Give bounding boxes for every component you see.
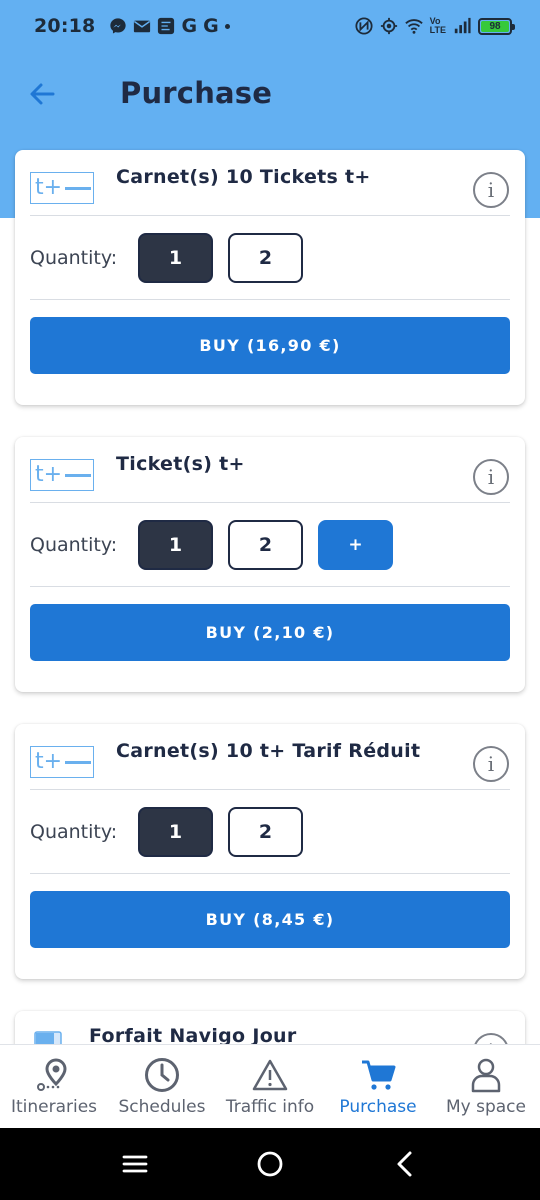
google-icon: G [203, 15, 219, 37]
quantity-row: Quantity: 1 2 + [30, 503, 510, 587]
quantity-option-2[interactable]: 2 [228, 519, 303, 570]
clock-icon [144, 1057, 180, 1093]
battery-level: 98 [489, 20, 501, 32]
quantity-row: Quantity: 1 2 [30, 216, 510, 300]
product-card-carnet-reduit: t+ Carnet(s) 10 t+ Tarif Réduit i Quanti… [15, 724, 525, 979]
volte-icon: Vo LTE [430, 17, 446, 35]
quantity-label: Quantity: [30, 820, 118, 843]
map-pin-icon [36, 1057, 72, 1093]
cart-icon [360, 1057, 396, 1093]
home-icon[interactable] [254, 1148, 286, 1180]
logo-text: t+ [35, 175, 63, 200]
quantity-option-1[interactable]: 1 [138, 806, 213, 857]
product-card-ticket: t+ Ticket(s) t+ i Quantity: 1 2 + BUY (2… [15, 437, 525, 692]
nav-item-purchase[interactable]: Purchase [324, 1045, 432, 1128]
quantity-option-1[interactable]: 1 [138, 519, 213, 570]
system-navigation-bar [0, 1128, 540, 1200]
nav-item-traffic-info[interactable]: Traffic info [216, 1045, 324, 1128]
warning-icon [252, 1057, 288, 1093]
battery-icon: 98 [478, 17, 515, 35]
product-card-carnet-10: t+ Carnet(s) 10 Tickets t+ i Quantity: 1… [15, 150, 525, 405]
product-title: Carnet(s) 10 Tickets t+ [116, 166, 371, 188]
logo-text: t+ [35, 462, 63, 487]
google-icon: G [181, 15, 198, 37]
nav-label: Traffic info [225, 1097, 315, 1117]
bottom-navigation: Itineraries Schedules Traffic info Purch… [0, 1044, 540, 1128]
notification-icons: G G [109, 15, 230, 37]
product-title: Ticket(s) t+ [116, 453, 245, 475]
navigo-pass-icon [34, 1031, 62, 1044]
card-header: t+ Carnet(s) 10 t+ Tarif Réduit i [30, 724, 510, 790]
more-notifications-dot [224, 23, 230, 29]
signal-icon [454, 17, 471, 34]
nav-label: Purchase [339, 1097, 417, 1117]
product-title: Forfait Navigo Jour [89, 1025, 297, 1044]
info-icon[interactable]: i [473, 172, 509, 208]
nav-label: Schedules [118, 1097, 206, 1117]
nav-item-schedules[interactable]: Schedules [108, 1045, 216, 1128]
back-icon[interactable] [389, 1148, 421, 1180]
ticket-t-plus-logo: t+ [30, 172, 94, 204]
info-icon[interactable]: i [473, 459, 509, 495]
user-icon [468, 1057, 504, 1093]
buy-button[interactable]: BUY (2,10 €) [30, 604, 510, 661]
nav-label: My space [445, 1097, 526, 1117]
wifi-icon [404, 19, 423, 34]
card-header: t+ Ticket(s) t+ i [30, 437, 510, 503]
messenger-icon [110, 18, 127, 34]
purchase-list[interactable]: t+ Carnet(s) 10 Tickets t+ i Quantity: 1… [0, 52, 540, 1044]
quantity-option-2[interactable]: 2 [228, 232, 303, 283]
system-status-icons: Vo LTE 98 [355, 17, 515, 35]
buy-button[interactable]: BUY (16,90 €) [30, 317, 510, 374]
quantity-option-1[interactable]: 1 [138, 232, 213, 283]
nav-label: Itineraries [10, 1097, 98, 1117]
quantity-label: Quantity: [30, 246, 118, 269]
logo-bar [65, 186, 92, 190]
logo-bar [65, 473, 92, 477]
volte-bottom-text: LTE [429, 25, 446, 35]
quantity-label: Quantity: [30, 533, 118, 556]
product-card-navigo-jour: Forfait Navigo Jour i [15, 1011, 525, 1044]
nfc-icon [355, 17, 373, 35]
nav-item-itineraries[interactable]: Itineraries [0, 1045, 108, 1128]
more-quantity-button[interactable]: + [318, 519, 393, 570]
quantity-row: Quantity: 1 2 [30, 790, 510, 874]
quantity-option-2[interactable]: 2 [228, 806, 303, 857]
ticket-t-plus-logo: t+ [30, 459, 94, 491]
location-icon [380, 17, 397, 35]
status-bar: 20:18 G G Vo LTE 98 [0, 0, 540, 52]
ticket-t-plus-logo: t+ [30, 746, 94, 778]
status-time: 20:18 [34, 15, 96, 37]
buy-button[interactable]: BUY (8,45 €) [30, 891, 510, 948]
nav-item-my-space[interactable]: My space [432, 1045, 540, 1128]
info-icon[interactable]: i [473, 746, 509, 782]
info-icon[interactable]: i [473, 1033, 509, 1044]
card-header: t+ Carnet(s) 10 Tickets t+ i [30, 150, 510, 216]
logo-bar [65, 760, 92, 764]
app-icon [158, 17, 175, 35]
card-header: Forfait Navigo Jour i [30, 1011, 510, 1044]
mail-icon [134, 20, 151, 33]
recents-icon[interactable] [119, 1148, 151, 1180]
logo-text: t+ [35, 749, 63, 774]
product-title: Carnet(s) 10 t+ Tarif Réduit [116, 740, 421, 762]
